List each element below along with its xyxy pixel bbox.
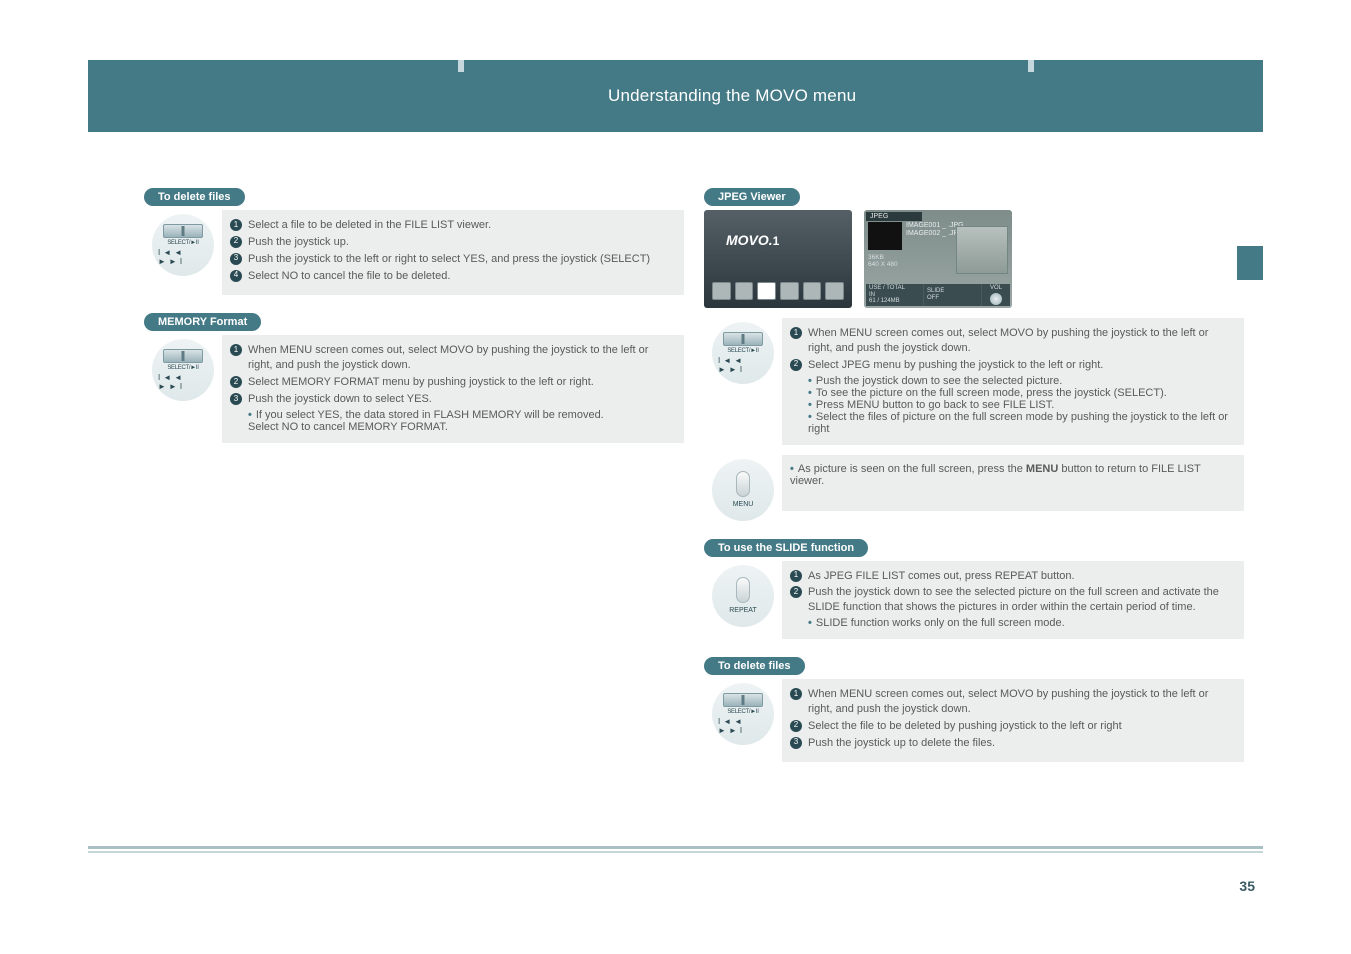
screenshot-movo-menu: MOVO.1 [704,210,852,308]
list-item: 3Push the joystick down to select YES. [230,392,674,407]
section-pill-delete-files-right: To delete files [704,657,805,675]
instruction-box: 1Select a file to be deleted in the FILE… [222,210,684,295]
jpeg-header: JPEG [866,212,922,221]
movo-icon-row [712,282,844,300]
page-banner: Understanding the MOVO menu [88,60,1263,132]
list-item: 3Push the joystick to the left or right … [230,252,674,267]
note-text: •If you select YES, the data stored in F… [230,409,674,421]
block-jpeg-viewer: SELECT/►II I◄◄ ►►I 1When MENU screen com… [704,318,1244,445]
block-delete-files-right: SELECT/►II I◄◄ ►►I 1When MENU screen com… [704,679,1244,762]
block-delete-files: SELECT/►II I◄◄ ►►I 1Select a file to be … [144,210,684,295]
joystick-icon-pad: SELECT/►II I◄◄ ►►I [704,679,782,745]
list-item: 3Push the joystick up to delete the file… [790,736,1234,751]
page-title: Understanding the MOVO menu [88,60,1263,132]
screenshots-row: MOVO.1 JPEG IMAGE001 _ .JPG IMAGE002 _ .… [704,210,1244,308]
list-item: 1When MENU screen comes out, select MOVO… [230,343,674,373]
instruction-box: 1When MENU screen comes out, select MOVO… [222,335,684,442]
joystick-select-icon: SELECT/►II I◄◄ ►►I [152,214,214,276]
joystick-icon-pad: SELECT/►II I◄◄ ►►I [144,210,222,276]
note-text: Select NO to cancel MEMORY FORMAT. [230,421,674,433]
instruction-box: 1As JPEG FILE LIST comes out, press REPE… [782,561,1244,640]
block-slide-function: REPEAT 1As JPEG FILE LIST comes out, pre… [704,561,1244,640]
joystick-icon-pad: SELECT/►II I◄◄ ►►I [704,318,782,384]
block-menu-note: MENU •As picture is seen on the full scr… [704,455,1244,521]
bullet-text: •Push the joystick down to see the selec… [790,375,1234,387]
list-item: 1Select a file to be deleted in the FILE… [230,218,674,233]
content: To delete files SELECT/►II I◄◄ ►►I 1Sele… [88,188,1263,874]
list-item: 1When MENU screen comes out, select MOVO… [790,687,1234,717]
volume-knob-icon [990,293,1002,305]
list-item: 2Select JPEG menu by pushing the joystic… [790,358,1234,373]
list-item: 2Select the file to be deleted by pushin… [790,719,1234,734]
instruction-box: 1When MENU screen comes out, select MOVO… [782,318,1244,445]
bullet-text: •To see the picture on the full screen m… [790,387,1234,399]
bullet-text: •SLIDE function works only on the full s… [790,617,1234,629]
section-pill-slide-function: To use the SLIDE function [704,539,868,557]
list-item: 2Push the joystick up. [230,235,674,250]
list-item: 1As JPEG FILE LIST comes out, press REPE… [790,569,1234,584]
page-number: 35 [1239,878,1255,894]
instruction-box: •As picture is seen on the full screen, … [782,455,1244,511]
jpeg-bottom-bar: USE / TOTAL IN 61 / 124MB SLIDE OFF VOL [866,284,1010,306]
list-item: 2Push the joystick down to see the selec… [790,585,1234,615]
section-pill-jpeg-viewer: JPEG Viewer [704,188,800,206]
list-item: 4Select NO to cancel the file to be dele… [230,269,674,284]
screenshot-jpeg-viewer: JPEG IMAGE001 _ .JPG IMAGE002 _ .JPG 36K… [864,210,1012,308]
joystick-select-icon: SELECT/►II I◄◄ ►►I [152,339,214,401]
jpeg-file-meta: 36KB 640 X 480 [868,254,898,268]
banner-accent-icon [1028,60,1034,72]
block-memory-format: SELECT/►II I◄◄ ►►I 1When MENU screen com… [144,335,684,442]
list-item: 1When MENU screen comes out, select MOVO… [790,326,1234,356]
left-column: To delete files SELECT/►II I◄◄ ►►I 1Sele… [144,188,684,443]
instruction-box: 1When MENU screen comes out, select MOVO… [782,679,1244,762]
banner-accent-icon [458,60,464,72]
list-item: 2Select MEMORY FORMAT menu by pushing jo… [230,375,674,390]
page: Understanding the MOVO menu To delete fi… [0,0,1351,954]
footer-rule-icon [88,846,1263,854]
bullet-text: •Press MENU button to go back to see FIL… [790,399,1234,411]
bullet-text: •Select the files of picture on the full… [790,411,1234,435]
joystick-select-icon: SELECT/►II I◄◄ ►►I [712,322,774,384]
repeat-button-icon-pad: REPEAT [704,561,782,627]
joystick-select-icon: SELECT/►II I◄◄ ►►I [712,683,774,745]
section-pill-memory-format: MEMORY Format [144,313,261,331]
menu-button-icon: MENU [712,459,774,521]
jpeg-file-list: IMAGE001 _ .JPG IMAGE002 _ .JPG [906,222,964,239]
jpeg-thumbnail-icon [868,222,902,250]
right-column: JPEG Viewer MOVO.1 JPEG IMAGE001 _ .JPG … [704,188,1244,762]
menu-button-icon-pad: MENU [704,455,782,521]
jpeg-preview-image [956,226,1008,274]
joystick-icon-pad: SELECT/►II I◄◄ ►►I [144,335,222,401]
repeat-button-icon: REPEAT [712,565,774,627]
section-pill-delete-files: To delete files [144,188,245,206]
